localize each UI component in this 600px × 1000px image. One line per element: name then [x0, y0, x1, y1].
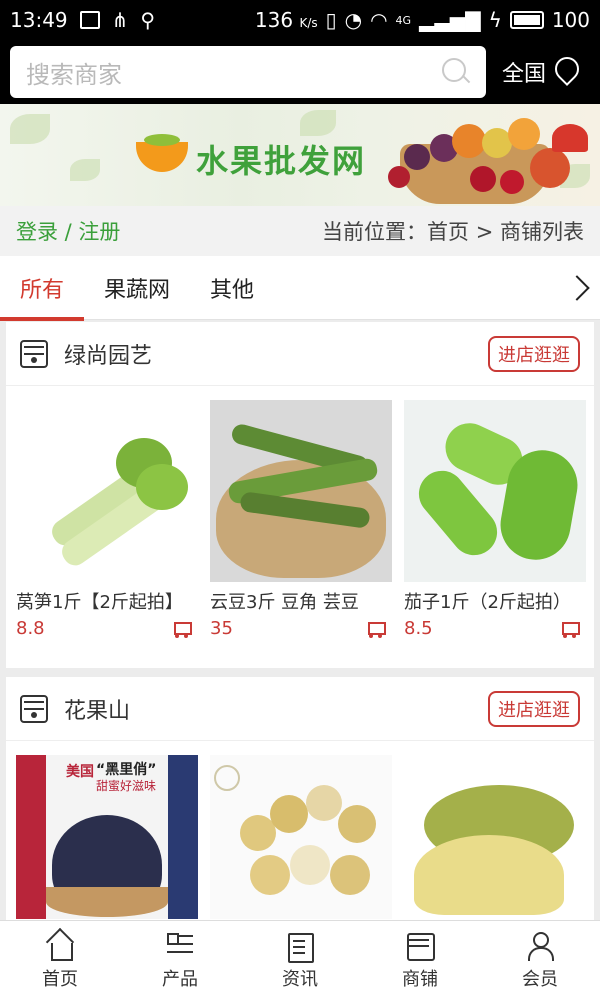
fruit-bowl-logo-icon — [136, 134, 188, 172]
product-card[interactable]: 云豆3斤 豆角 芸豆 35 — [204, 400, 398, 639]
user-icon — [525, 931, 555, 961]
status-bar: 13:49 ⋔ ⚲ 136 K/s ▯ ◔ ◠ 4G ▂▃▅▇ ϟ 100 — [0, 0, 600, 40]
news-icon — [285, 931, 315, 963]
add-to-cart-icon[interactable] — [170, 619, 192, 639]
longan-image[interactable] — [210, 755, 392, 919]
leaf-decoration — [300, 110, 336, 136]
shop-name[interactable]: 花果山 — [64, 693, 488, 725]
network-speed: 136 K/s — [254, 8, 318, 32]
region-label: 全国 — [502, 62, 547, 87]
shop-card: 花果山 进店逛逛 美国 “黑里俏” 甜蜜好滋味 — [6, 677, 594, 920]
leaf-decoration — [70, 159, 100, 181]
breadcrumb-bar: 登录 / 注册 当前位置：首页 > 商铺列表 — [0, 206, 600, 256]
usb-icon: ⚲ — [140, 8, 156, 32]
nav-home[interactable]: 首页 — [0, 921, 120, 1000]
shop-card: 绿尚园艺 进店逛逛 莴笋1斤【2斤起拍】 8.8 云豆3斤 豆角 芸豆 35 茄… — [6, 322, 594, 668]
login-register-link[interactable]: 登录 / 注册 — [16, 216, 120, 246]
tab-all[interactable]: 所有 — [0, 256, 85, 321]
shop-header: 绿尚园艺 进店逛逛 — [6, 322, 594, 386]
nav-shops[interactable]: 商铺 — [360, 921, 480, 1000]
nav-news[interactable]: 资讯 — [240, 921, 360, 1000]
vibrate-icon: ▯ — [325, 8, 337, 32]
product-card[interactable]: 茄子1斤（2斤起拍） 8.5 — [398, 400, 592, 639]
product-price: 35 — [210, 618, 233, 639]
location-pin-icon — [552, 57, 578, 87]
category-tabs: 所有 果蔬网 其他 — [0, 256, 600, 321]
alarm-icon: ◔ — [344, 8, 363, 32]
list-icon — [165, 931, 195, 961]
chevron-right-icon[interactable] — [564, 274, 590, 301]
enter-shop-button[interactable]: 进店逛逛 — [488, 690, 580, 727]
app-header: 搜索商家 全国 — [0, 40, 600, 104]
search-bar[interactable]: 搜索商家 — [10, 46, 486, 98]
nav-member[interactable]: 会员 — [480, 921, 600, 1000]
product-name: 茄子1斤（2斤起拍） — [404, 592, 571, 613]
add-to-cart-icon[interactable] — [558, 619, 580, 639]
store-icon — [20, 694, 48, 723]
product-name: 云豆3斤 豆角 芸豆 — [210, 592, 359, 613]
region-selector[interactable]: 全国 — [502, 56, 578, 88]
nav-products[interactable]: 产品 — [120, 921, 240, 1000]
beans-basket-image[interactable] — [210, 400, 392, 582]
breadcrumb: 当前位置：首页 > 商铺列表 — [322, 220, 584, 244]
bottom-nav: 首页 产品 资讯 商铺 会员 — [0, 920, 600, 1000]
eggplant-image[interactable] — [404, 400, 586, 582]
product-card[interactable] — [204, 755, 398, 919]
product-price: 8.5 — [404, 618, 433, 639]
search-input[interactable]: 搜索商家 — [26, 55, 442, 90]
product-list: 莴笋1斤【2斤起拍】 8.8 云豆3斤 豆角 芸豆 35 茄子1斤（2斤起拍） … — [6, 386, 594, 639]
banner-title: 水果批发网 — [196, 142, 367, 180]
product-card[interactable]: 美国 “黑里俏” 甜蜜好滋味 — [10, 755, 204, 919]
product-list: 美国 “黑里俏” 甜蜜好滋味 — [6, 741, 594, 919]
product-price: 8.8 — [16, 618, 45, 639]
site-banner[interactable]: 水果批发网 — [0, 104, 600, 206]
product-name: 莴笋1斤【2斤起拍】 — [16, 592, 183, 613]
battery-level: 100 — [551, 8, 590, 32]
tab-fruit-veg[interactable]: 果蔬网 — [84, 256, 190, 320]
product-card[interactable]: 莴笋1斤【2斤起拍】 8.8 — [10, 400, 204, 639]
charging-icon: ϟ — [488, 8, 502, 32]
shop-icon — [405, 931, 435, 961]
home-icon — [45, 931, 75, 961]
leaf-decoration — [10, 114, 50, 144]
status-time: 13:49 — [10, 8, 68, 32]
battery-icon — [509, 11, 544, 29]
shop-name[interactable]: 绿尚园艺 — [64, 338, 488, 370]
wifi-icon: ◠ — [370, 8, 388, 32]
shop-header: 花果山 进店逛逛 — [6, 677, 594, 741]
product-card[interactable] — [398, 755, 592, 919]
image-icon — [79, 11, 100, 29]
network-type: 4G — [395, 13, 412, 27]
lettuce-stem-image[interactable] — [16, 400, 198, 582]
enter-shop-button[interactable]: 进店逛逛 — [488, 335, 580, 372]
durian-image[interactable] — [404, 755, 586, 919]
signal-icon: ▂▃▅▇ — [419, 8, 481, 32]
store-icon — [20, 339, 48, 368]
black-grapes-image[interactable]: 美国 “黑里俏” 甜蜜好滋味 — [16, 755, 198, 919]
share-icon: ⋔ — [111, 8, 129, 32]
search-icon[interactable] — [442, 58, 470, 86]
tab-other[interactable]: 其他 — [190, 256, 274, 320]
add-to-cart-icon[interactable] — [364, 619, 386, 639]
